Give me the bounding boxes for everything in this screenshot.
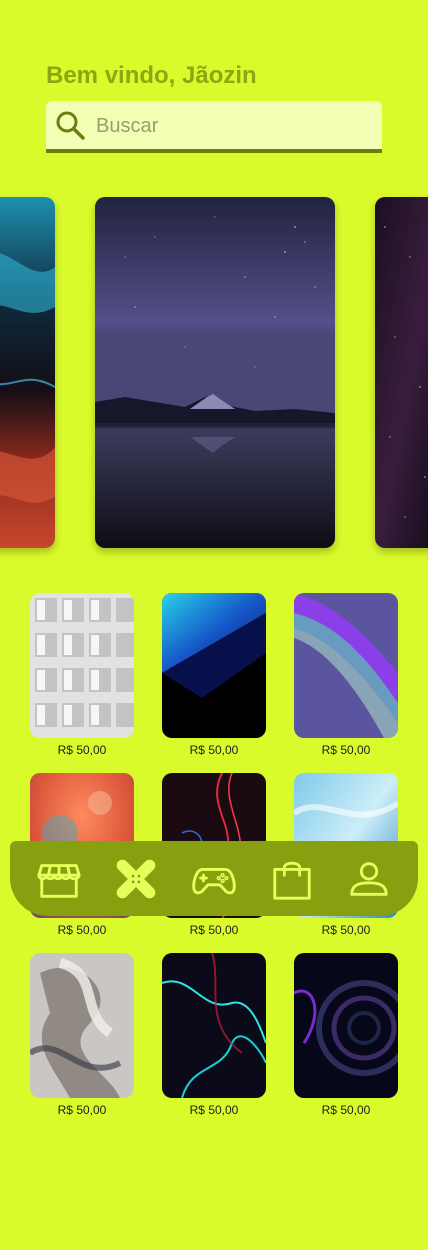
wallpaper-thumbnail — [30, 953, 134, 1098]
wallpaper-item[interactable]: R$ 50,00 — [30, 593, 134, 757]
search-bar[interactable] — [46, 101, 382, 153]
wallpaper-item[interactable]: R$ 50,00 — [162, 593, 266, 757]
wallpaper-thumbnail — [294, 593, 398, 738]
wallpaper-item[interactable]: R$ 50,00 — [30, 953, 134, 1117]
search-icon — [56, 111, 85, 140]
bottom-nav-bar — [10, 841, 418, 916]
carousel-card-starfield[interactable] — [375, 197, 428, 548]
app-page: Bem vindo, Jãozin Buscar R$ 50,00 R$ 50,… — [0, 0, 428, 1250]
welcome-heading: Bem vindo, Jãozin — [46, 62, 257, 89]
user-icon — [350, 861, 388, 896]
price-label: R$ 50,00 — [189, 743, 239, 757]
price-label: R$ 50,00 — [57, 743, 107, 757]
night-mountain-image — [95, 197, 335, 548]
shopping-bag-icon — [272, 861, 311, 900]
nav-bandage[interactable] — [111, 854, 161, 904]
wallpaper-thumbnail — [162, 593, 266, 738]
search-input[interactable] — [96, 111, 366, 141]
wallpaper-thumbnail — [294, 953, 398, 1098]
gamepad-icon — [192, 867, 236, 894]
price-label: R$ 50,00 — [189, 923, 239, 937]
abstract-fluid-image — [0, 197, 55, 548]
wallpaper-thumbnail — [30, 593, 134, 738]
wallpaper-item[interactable]: R$ 50,00 — [162, 953, 266, 1117]
price-label: R$ 50,00 — [321, 923, 371, 937]
price-label: R$ 50,00 — [321, 1103, 371, 1117]
wallpaper-item[interactable]: R$ 50,00 — [294, 953, 398, 1117]
bandage-icon — [117, 859, 156, 898]
nav-store[interactable] — [34, 854, 84, 904]
nav-shopping[interactable] — [267, 854, 317, 904]
store-icon — [37, 863, 81, 898]
price-label: R$ 50,00 — [57, 923, 107, 937]
wallpaper-item[interactable]: R$ 50,00 — [294, 593, 398, 757]
nav-games[interactable] — [189, 854, 239, 904]
carousel-card-abstract[interactable] — [0, 197, 55, 548]
price-label: R$ 50,00 — [189, 1103, 239, 1117]
nav-profile[interactable] — [344, 854, 394, 904]
price-label: R$ 50,00 — [321, 743, 371, 757]
price-label: R$ 50,00 — [57, 1103, 107, 1117]
starfield-image — [375, 197, 428, 548]
carousel-card-night-sky[interactable] — [95, 197, 335, 548]
wallpaper-thumbnail — [162, 953, 266, 1098]
